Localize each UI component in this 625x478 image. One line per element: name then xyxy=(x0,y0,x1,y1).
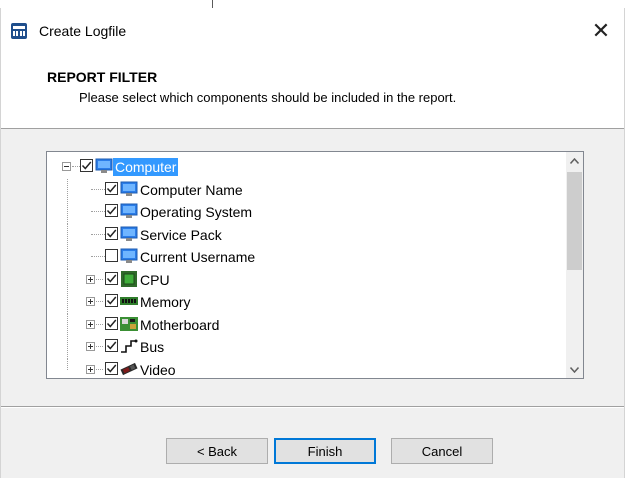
tree-connector xyxy=(67,358,68,370)
tree-item[interactable]: Current Username xyxy=(47,246,559,269)
computer-icon xyxy=(95,158,113,174)
window-title: Create Logfile xyxy=(39,23,127,39)
tree-item[interactable]: Memory xyxy=(47,291,559,314)
collapse-toggle[interactable] xyxy=(62,162,71,171)
tree-connector xyxy=(96,346,103,347)
tree-item[interactable]: Computer Name xyxy=(47,178,559,202)
wizard-header: REPORT FILTER Please select which compon… xyxy=(1,54,624,129)
cpu-icon xyxy=(120,270,138,287)
close-icon: ✕ xyxy=(591,18,611,43)
footer-divider-highlight xyxy=(1,407,624,408)
memory-icon xyxy=(120,293,138,309)
background-divider xyxy=(212,0,213,8)
video-card-icon xyxy=(120,361,138,377)
tree-item-label: Memory xyxy=(140,294,191,310)
app-icon xyxy=(11,23,27,39)
tree-connector xyxy=(96,368,103,370)
back-button[interactable]: < Back xyxy=(166,438,268,464)
tree-item-label: Computer Name xyxy=(140,181,243,198)
tree-item[interactable]: Video xyxy=(47,358,559,379)
item-checkbox[interactable] xyxy=(105,226,118,240)
item-checkbox[interactable] xyxy=(105,361,118,375)
tree-item-label: Service Pack xyxy=(140,226,222,243)
computer-icon xyxy=(120,226,138,242)
scroll-down-button[interactable] xyxy=(566,361,583,378)
tree-connector xyxy=(67,336,68,359)
tree-connector xyxy=(91,256,105,257)
tree-item[interactable]: Computer xyxy=(47,156,559,178)
tree-item[interactable]: CPU xyxy=(47,268,559,292)
expand-toggle[interactable] xyxy=(86,364,95,374)
tree-item-label: Video xyxy=(140,361,176,378)
tree-item-label: CPU xyxy=(140,271,170,288)
tree-connector xyxy=(67,268,68,292)
computer-icon xyxy=(120,203,138,219)
motherboard-icon xyxy=(120,316,138,332)
tree-connector xyxy=(91,233,105,235)
computer-icon xyxy=(120,181,138,197)
item-checkbox[interactable] xyxy=(105,339,118,352)
tree-item[interactable]: Bus xyxy=(47,336,559,359)
create-logfile-dialog: Create Logfile ✕ REPORT FILTER Please se… xyxy=(0,8,625,478)
item-checkbox[interactable] xyxy=(105,249,118,262)
tree-connector xyxy=(67,178,68,202)
tree-connector xyxy=(67,246,68,269)
item-checkbox[interactable] xyxy=(105,204,118,217)
background-window xyxy=(0,0,625,8)
tree-item-label: Current Username xyxy=(140,249,256,265)
tree-connector xyxy=(67,313,68,337)
expand-toggle[interactable] xyxy=(86,319,95,329)
tree-item-label: Computer xyxy=(113,158,179,176)
tree-item-label: Bus xyxy=(140,339,165,355)
header-title: REPORT FILTER xyxy=(47,69,158,85)
item-checkbox[interactable] xyxy=(105,316,118,330)
expand-toggle[interactable] xyxy=(86,297,95,306)
chevron-up-icon xyxy=(570,157,579,164)
item-checkbox[interactable] xyxy=(105,294,118,307)
close-button[interactable]: ✕ xyxy=(578,8,624,54)
title-bar: Create Logfile ✕ xyxy=(1,8,624,54)
item-checkbox[interactable] xyxy=(80,159,93,172)
tree-item[interactable]: Service Pack xyxy=(47,223,559,247)
finish-button[interactable]: Finish xyxy=(274,438,376,464)
component-tree[interactable]: Computer Computer Name Operating System Ser… xyxy=(46,151,584,379)
tree-connector xyxy=(91,211,105,212)
item-checkbox[interactable] xyxy=(105,181,118,195)
tree-connector xyxy=(96,323,103,325)
vertical-scrollbar[interactable] xyxy=(566,152,583,378)
tree-connector xyxy=(67,201,68,224)
tree-connector xyxy=(67,291,68,314)
tree-connector xyxy=(72,166,80,167)
tree-item-label: Operating System xyxy=(140,204,253,220)
header-subtitle: Please select which components should be… xyxy=(79,90,457,105)
scroll-up-button[interactable] xyxy=(566,152,583,169)
expand-toggle[interactable] xyxy=(86,342,95,351)
tree-connector xyxy=(96,301,103,302)
item-checkbox[interactable] xyxy=(105,271,118,285)
cancel-button[interactable]: Cancel xyxy=(391,438,493,464)
expand-toggle[interactable] xyxy=(86,274,95,284)
tree-item[interactable]: Motherboard xyxy=(47,313,559,337)
tree-connector xyxy=(67,223,68,247)
tree-connector xyxy=(91,188,105,190)
scroll-thumb[interactable] xyxy=(567,172,582,270)
tree-connector xyxy=(96,278,103,280)
tree-item-label: Motherboard xyxy=(140,316,220,333)
bus-icon xyxy=(120,338,138,354)
tree-item[interactable]: Operating System xyxy=(47,201,559,224)
computer-icon xyxy=(120,248,138,264)
chevron-down-icon xyxy=(570,366,579,373)
